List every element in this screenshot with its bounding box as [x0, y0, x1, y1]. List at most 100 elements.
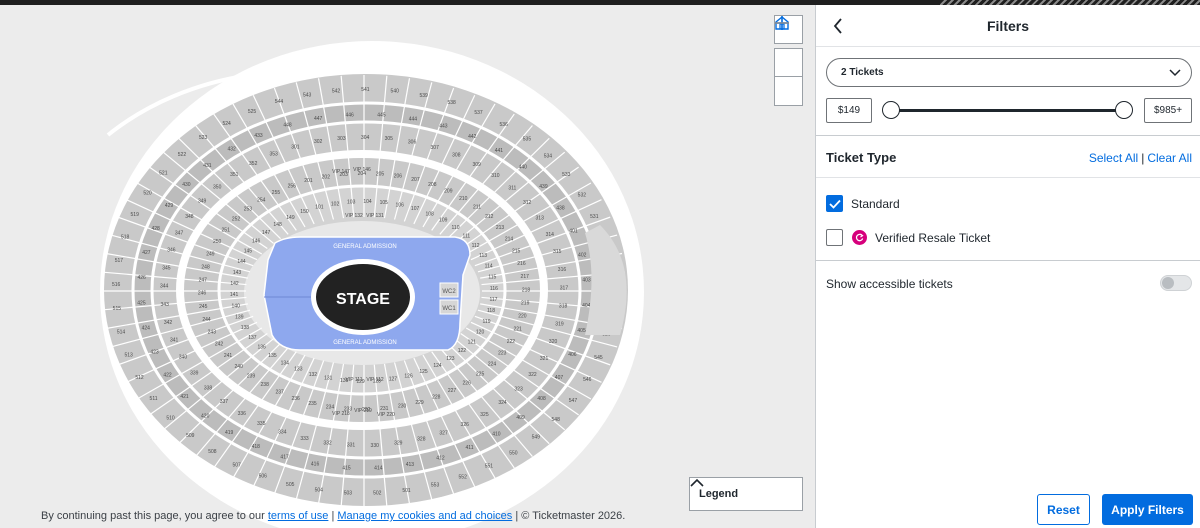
section-label: 442	[468, 134, 477, 140]
option-standard[interactable]: Standard	[826, 195, 900, 212]
section-label: 109	[439, 218, 448, 224]
seat-map[interactable]: WC2 WC1 STAGE GENERAL ADMISSION GENERAL …	[0, 5, 815, 528]
section-label: 121	[468, 339, 477, 345]
section-label: 338	[204, 385, 213, 391]
section-label: 448	[283, 123, 292, 129]
option-verified-resale[interactable]: Verified Resale Ticket	[826, 229, 990, 246]
legend-toggle[interactable]: Legend	[689, 477, 803, 511]
section-label: 525	[248, 109, 257, 115]
section-label: 317	[560, 285, 569, 291]
section-label: 329	[394, 441, 403, 447]
section-label: 312	[523, 200, 532, 206]
section-label: 414	[374, 466, 383, 472]
section-label: 201	[304, 178, 313, 184]
vip-label: VIP 131	[366, 213, 384, 219]
section-label: 507	[233, 462, 242, 468]
select-links: Select All | Clear All	[1089, 151, 1192, 165]
section-label: 139	[235, 314, 244, 320]
ga-label-bottom: GENERAL ADMISSION	[333, 340, 396, 346]
wc1-label: WC1	[442, 306, 456, 312]
section-label: 252	[232, 217, 241, 223]
section-label: 411	[466, 445, 474, 451]
apply-filters-button[interactable]: Apply Filters	[1102, 494, 1193, 525]
section-label: 245	[199, 304, 208, 310]
section-label: 122	[458, 348, 467, 354]
section-label: 511	[150, 396, 158, 402]
section-label: 520	[143, 190, 152, 196]
ticket-quantity-select[interactable]: 2 Tickets	[826, 58, 1192, 87]
section-label: 532	[578, 192, 587, 198]
section-label: 428	[151, 226, 160, 232]
panel-title: Filters	[986, 17, 1029, 34]
clear-all-link[interactable]: Clear All	[1147, 151, 1192, 165]
standard-checkbox[interactable]	[826, 195, 843, 212]
section-label: 108	[426, 211, 435, 217]
section-label: 343	[161, 302, 170, 308]
section-label: 445	[377, 113, 386, 119]
section-label: 230	[398, 404, 407, 410]
reset-button[interactable]: Reset	[1037, 494, 1090, 525]
section-label: 223	[498, 350, 507, 356]
section-label: 412	[436, 455, 445, 461]
section-label: 348	[185, 214, 194, 220]
section-label: 228	[432, 395, 441, 401]
section-label: 234	[326, 404, 335, 410]
section-label: 224	[488, 361, 497, 367]
section-label: 207	[411, 177, 420, 183]
section-label: 323	[514, 387, 523, 393]
section-label: 544	[275, 99, 284, 105]
section-label: 141	[230, 292, 239, 298]
section-label: 231	[380, 406, 389, 412]
section-label: 147	[262, 230, 271, 236]
section-label: 536	[500, 122, 509, 128]
verified-resale-checkbox[interactable]	[826, 229, 843, 246]
section-label: 416	[311, 462, 320, 468]
price-min-input[interactable]: $149	[826, 98, 872, 123]
select-all-link[interactable]: Select All	[1089, 151, 1138, 165]
section-label: 227	[448, 388, 457, 394]
link-separator: |	[1141, 151, 1145, 165]
section-label: 316	[558, 267, 567, 273]
price-slider-min-handle[interactable]	[882, 101, 900, 119]
zoom-in-button[interactable]	[774, 16, 803, 77]
ticket-type-title: Ticket Type	[826, 150, 897, 165]
section-label: 126	[404, 374, 413, 380]
section-label: 420	[201, 413, 210, 419]
section-label: 255	[272, 190, 281, 196]
price-slider-max-handle[interactable]	[1115, 101, 1133, 119]
section-label: 349	[198, 199, 207, 205]
section-label: 307	[431, 145, 440, 151]
section-label: 102	[331, 201, 340, 207]
section-label: 514	[117, 329, 126, 335]
divider	[816, 135, 1200, 136]
section-label: 247	[199, 277, 208, 283]
terms-of-use-link[interactable]: terms of use	[268, 510, 329, 522]
section-label: 439	[539, 184, 548, 190]
section-label: 239	[247, 374, 256, 380]
section-label: 142	[230, 281, 239, 287]
price-max-input[interactable]: $985+	[1144, 98, 1192, 123]
seat-map-svg[interactable]: WC2 WC1 STAGE GENERAL ADMISSION GENERAL …	[0, 5, 815, 528]
section-label: 447	[314, 116, 323, 122]
section-label: 431	[203, 163, 212, 169]
section-label: 303	[337, 136, 346, 142]
map-controls	[774, 15, 803, 106]
section-label: 406	[568, 352, 577, 358]
zoom-out-button[interactable]	[774, 22, 803, 106]
section-label: 322	[528, 372, 537, 378]
section-label: 446	[345, 112, 354, 118]
ticket-quantity-value: 2 Tickets	[841, 67, 884, 78]
section-label: 516	[112, 282, 121, 288]
accessible-tickets-toggle[interactable]	[1160, 275, 1192, 291]
section-label: 310	[491, 173, 500, 179]
section-label: 413	[406, 462, 415, 468]
section-label: 425	[137, 300, 146, 306]
section-label: 535	[523, 137, 532, 143]
section-label: 550	[509, 450, 518, 456]
section-label: 502	[373, 491, 382, 497]
section-label: 340	[179, 354, 188, 360]
back-button[interactable]	[828, 16, 848, 36]
price-slider-track[interactable]	[890, 109, 1124, 112]
manage-cookies-link[interactable]: Manage my cookies and ad choices	[337, 510, 512, 522]
section-label: 505	[286, 482, 295, 488]
